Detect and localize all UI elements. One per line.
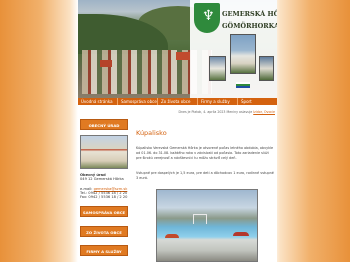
nav-item-home[interactable]: Úvodná stránka	[78, 98, 118, 105]
content-paragraph: Vstupné pre dospelých je 1,5 eura, pre d…	[136, 171, 274, 180]
pool-umbrella	[233, 232, 249, 236]
page-container: ♆ GEMERSKÁ HÔRKA GÖMÖRHORKA Úvodná strán…	[78, 0, 277, 262]
harp-icon: ♆	[202, 8, 215, 24]
sidebar: OBECNÝ ÚRAD Obecný úrad 049 12 Gemerská …	[78, 115, 130, 262]
sidebar-button-municipal-office[interactable]: OBECNÝ ÚRAD	[80, 119, 128, 130]
date-text: Dnes je Piatok, 4. apríla 2023 Meniny os…	[178, 110, 254, 114]
nav-item-community-life[interactable]: Zo života obce	[158, 98, 198, 105]
town-name: GEMERSKÁ HÔRKA GÖMÖRHORKA	[222, 8, 277, 32]
town-name-hungarian: GÖMÖRHORKA	[222, 22, 277, 30]
content-paragraph: Kúpalisko Verevská Gemerská Hôrka je otv…	[136, 146, 274, 160]
header-photo-house	[259, 56, 274, 81]
sidebar-button-community-life[interactable]: ZO ŽIVOTA OBCE	[80, 226, 128, 237]
coat-of-arms-icon[interactable]: ♆	[194, 3, 220, 33]
nameday-link[interactable]: Izidor, Ovocie	[253, 110, 275, 114]
sidebar-button-businesses[interactable]: FIRMY A SLUŽBY	[80, 245, 128, 256]
site-header: ♆ GEMERSKÁ HÔRKA GÖMÖRHORKA	[78, 0, 277, 98]
nav-item-sport[interactable]: Šport	[238, 98, 277, 105]
pool-umbrella	[165, 234, 179, 238]
nav-item-businesses[interactable]: Firmy a služby	[198, 98, 238, 105]
date-nameday-line: Dnes je Piatok, 4. apríla 2023 Meniny os…	[168, 110, 275, 114]
header-roof	[176, 52, 190, 60]
flag-icon	[236, 82, 250, 88]
sidebar-button-government[interactable]: SAMOSPRÁVA OBCE	[80, 206, 128, 217]
main-navigation: Úvodná stránka Samospráva obce Zo života…	[78, 98, 277, 105]
office-address: 049 12 Gemerská Hôrka	[80, 177, 124, 181]
page-title: Kúpalisko	[136, 129, 167, 137]
header-photo-house	[209, 56, 226, 81]
municipal-office-photo	[80, 135, 128, 169]
header-photo-church	[230, 34, 256, 74]
town-name-slovak: GEMERSKÁ HÔRKA	[222, 10, 277, 18]
swimming-pool-photo	[156, 189, 258, 262]
header-roof	[100, 60, 112, 67]
office-fax: Fax: 0942 / 5536 18 / 2 20	[80, 195, 128, 199]
nav-item-government[interactable]: Samospráva obce	[118, 98, 158, 105]
pool-ladder	[193, 214, 207, 224]
